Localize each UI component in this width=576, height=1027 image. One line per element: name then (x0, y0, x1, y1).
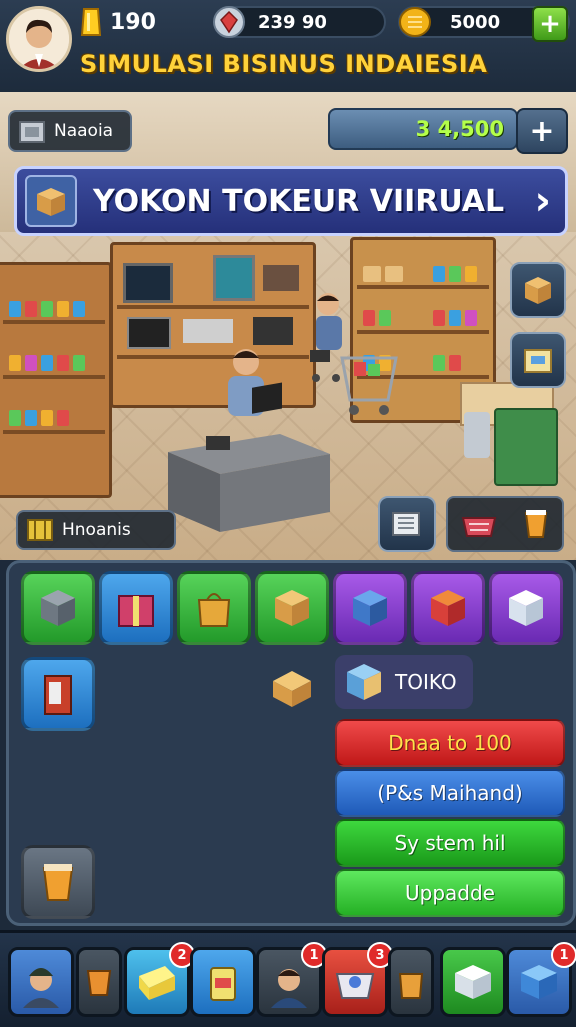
storage-panel[interactable]: Hnoanis (16, 510, 176, 550)
machine-icon (392, 512, 420, 536)
blue-box-icon (521, 965, 557, 999)
gems-value: 239 90 (258, 11, 327, 33)
left-shelf (0, 262, 112, 498)
box-side-button[interactable] (510, 262, 566, 318)
add-balance-button[interactable]: + (516, 108, 568, 154)
shop-label-panel: TOIKO (335, 655, 473, 709)
energy-value: 190 (110, 9, 156, 35)
bottom-nav-bar: 2 1 3 1 (0, 930, 576, 1027)
package-icon (524, 349, 552, 373)
shopping-bag-icon (197, 593, 231, 627)
balance-value: 3 4,500 (415, 117, 504, 141)
item-tile-gift[interactable] (99, 571, 173, 645)
gift-box-icon (118, 595, 154, 627)
selected-box-icon (273, 671, 311, 707)
recycle-bin (494, 408, 558, 486)
gems-counter: 239 90 (213, 6, 386, 38)
shopper-with-cart (310, 293, 398, 415)
nav-staff[interactable]: 1 (256, 942, 327, 1017)
nav-cheese[interactable]: 2 (124, 942, 195, 1017)
item-tile-white-box[interactable] (489, 571, 563, 645)
upgrade-button[interactable]: Uppadde (335, 869, 565, 917)
energy-icon (80, 8, 102, 36)
nav-products[interactable] (190, 947, 256, 1017)
system-button[interactable]: Sy stem hil (335, 819, 565, 867)
item-tile-bag[interactable] (177, 571, 251, 645)
gem-icon (213, 6, 245, 38)
paper-bag-icon (398, 973, 424, 999)
location-panel[interactable]: Naaoia (8, 110, 132, 152)
item-panel: TOIKO Dnaa to 100 (P&s Maihand) Sy stem … (6, 560, 576, 926)
donate-button[interactable]: Dnaa to 100 (335, 719, 565, 767)
nav-drink[interactable] (76, 947, 122, 1017)
item-tile-blue-box[interactable] (333, 571, 407, 645)
purchase-button[interactable]: (P&s Maihand) (335, 769, 565, 817)
basket-icon (335, 973, 375, 999)
item-tile-safe[interactable] (21, 571, 95, 645)
safe-box-icon (41, 590, 75, 626)
cheese-icon (139, 966, 175, 1000)
balance-display: 3 4,500 (328, 108, 518, 150)
notification-badge: 1 (551, 942, 576, 968)
drink-cup-icon[interactable] (520, 507, 552, 541)
drink-cup-icon (42, 864, 74, 901)
nav-delivery[interactable] (440, 947, 506, 1017)
player-avatar[interactable] (6, 6, 72, 72)
nav-bag[interactable] (388, 947, 434, 1017)
drink-cup-icon (86, 970, 112, 996)
store-banner[interactable]: YOKON TOKEUR VIIRUAL › (14, 166, 568, 236)
quick-items-panel (446, 496, 564, 552)
item-tile-red-box[interactable] (411, 571, 485, 645)
store-scene: Naaoia 3 4,500 + YOKON TOKEUR VIIRUAL › (0, 92, 576, 560)
blue-box-icon (353, 590, 387, 626)
game-title: SIMULASI BISINUS INDAIESIA (80, 50, 488, 78)
top-bar: 190 239 90 5000 + SIMULASI BISINUS INDAI… (0, 0, 576, 95)
item-tile-drink[interactable] (21, 845, 95, 919)
coin-icon (399, 7, 431, 37)
white-box-icon (509, 590, 543, 626)
item-tile-package[interactable] (255, 571, 329, 645)
add-coins-button[interactable]: + (532, 6, 568, 42)
store-icon (19, 121, 45, 143)
red-box-icon (431, 590, 465, 626)
energy-counter: 190 (78, 6, 156, 38)
box-icon (525, 277, 551, 304)
coins-value: 5000 (450, 11, 501, 33)
ac-machine-button[interactable] (378, 496, 436, 552)
shop-name: TOIKO (395, 670, 457, 694)
manager-avatar-icon (23, 968, 59, 1008)
banner-title: YOKON TOKEUR VIIRUAL (93, 183, 505, 219)
box-icon (455, 965, 491, 999)
box-icon (25, 175, 77, 227)
location-label: Naaoia (54, 121, 114, 141)
crate-icon (27, 519, 53, 541)
storage-label: Hnoanis (62, 520, 131, 540)
package-icon (275, 590, 309, 626)
item-tile-machine[interactable] (21, 657, 95, 731)
chevron-right-icon: › (534, 178, 551, 224)
basket-icon[interactable] (459, 508, 499, 540)
nav-manager[interactable] (8, 947, 74, 1017)
vending-machine-icon (44, 675, 72, 715)
nav-inventory[interactable]: 1 (506, 942, 576, 1017)
shop-box-icon (347, 664, 381, 700)
product-jar-icon (210, 967, 236, 1001)
storage-side-button[interactable] (510, 332, 566, 388)
nav-basket[interactable]: 3 (322, 942, 393, 1017)
trash-bin (464, 412, 490, 458)
